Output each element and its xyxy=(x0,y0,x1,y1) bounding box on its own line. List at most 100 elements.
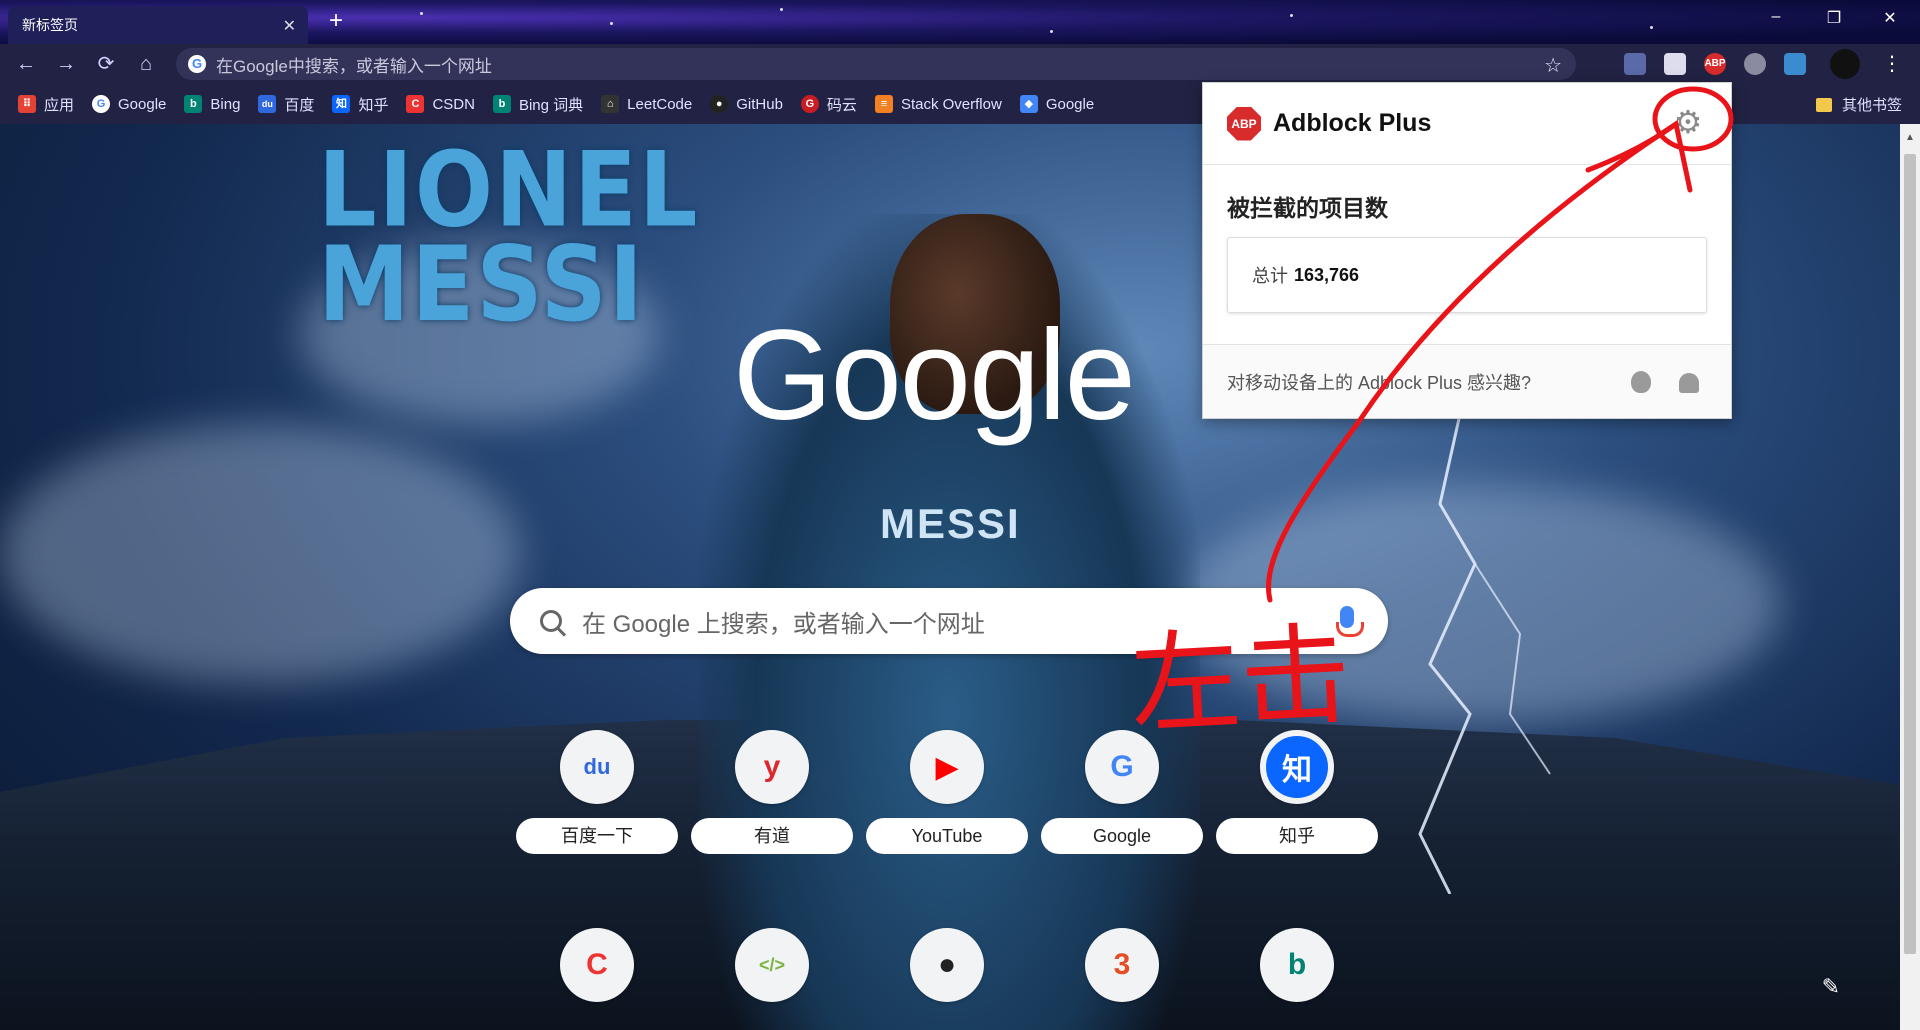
bookmark-leetcode[interactable]: ⌂ LeetCode xyxy=(601,95,692,113)
decor-star xyxy=(1290,14,1293,17)
shortcut-baidu[interactable]: du 百度一下 xyxy=(516,730,678,854)
code-icon: </> xyxy=(735,928,809,1002)
back-button[interactable]: ← xyxy=(14,52,38,76)
page-scrollbar[interactable]: ▲ xyxy=(1900,124,1920,1030)
bookmark-label: Stack Overflow xyxy=(900,95,1002,113)
address-bar[interactable]: G 在Google中搜索，或者输入一个网址 ☆ xyxy=(176,48,1576,80)
bookmark-bing-dict[interactable]: b Bing 词典 xyxy=(492,94,584,115)
bookmark-stackoverflow[interactable]: ≡ Stack Overflow xyxy=(874,95,1002,113)
shortcut-youtube[interactable]: ▶ YouTube xyxy=(866,730,1028,854)
baidu-icon: du xyxy=(560,730,634,804)
android-icon[interactable] xyxy=(1679,373,1699,393)
bookmark-label: Google xyxy=(118,95,167,113)
bookmark-google[interactable]: G Google xyxy=(92,95,166,113)
bookmark-gitee[interactable]: G 码云 xyxy=(800,94,857,115)
shortcut-label: 百度一下 xyxy=(516,818,678,854)
bookmark-zhihu[interactable]: 知知乎 xyxy=(332,94,388,115)
forward-button[interactable]: → xyxy=(54,52,78,76)
bookmark-label: 知乎 xyxy=(358,96,389,114)
decor-star xyxy=(610,22,613,25)
abp-popup: ABP Adblock Plus ⚙ 被拦截的项目数 总计 163,766 对移… xyxy=(1202,82,1732,419)
home-button[interactable]: ⌂ xyxy=(134,52,158,76)
abp-extension-icon[interactable]: ABP xyxy=(1704,53,1726,75)
scrollbar-thumb[interactable] xyxy=(1904,154,1916,954)
tab-title: 新标签页 xyxy=(22,17,78,33)
extension-2-icon[interactable] xyxy=(1664,53,1686,75)
bookmark-label: 百度 xyxy=(284,96,315,114)
bookmark-csdn[interactable]: C CSDN xyxy=(406,95,475,113)
other-bookmarks-label: 其他书签 xyxy=(1841,97,1902,114)
google-icon: G xyxy=(92,95,111,113)
github-icon: ● xyxy=(710,95,729,113)
bg-title: LIONEL MESSI xyxy=(318,139,698,345)
shortcut-bing[interactable]: b xyxy=(1216,928,1378,1002)
gitee-icon: G xyxy=(800,95,819,113)
bookmark-label: Google xyxy=(1045,95,1095,113)
stackoverflow-icon: ≡ xyxy=(874,95,893,113)
bookmark-star-icon[interactable]: ☆ xyxy=(1544,53,1562,78)
shortcut-label: 知乎 xyxy=(1216,818,1378,854)
shortcut-label: Google xyxy=(1041,818,1203,854)
tab-new-tab[interactable]: 新标签页 ✕ xyxy=(8,6,308,44)
github-icon: ● xyxy=(910,928,984,1002)
new-tab-button[interactable]: + xyxy=(322,8,350,36)
google-icon: G xyxy=(188,55,206,73)
shortcut-html5[interactable]: 3 xyxy=(1041,928,1203,1002)
search-placeholder: 在 Google 上搜索，或者输入一个网址 xyxy=(582,610,985,638)
apps-grid-icon: ⠿ xyxy=(18,95,36,113)
bookmark-github[interactable]: ● GitHub xyxy=(710,95,783,113)
shortcut-github[interactable]: ● xyxy=(866,928,1028,1002)
menu-button[interactable]: ⋮ xyxy=(1880,52,1904,76)
extension-4-icon[interactable] xyxy=(1744,53,1766,75)
youdao-icon: y xyxy=(735,730,809,804)
bookmark-label: 应用 xyxy=(44,96,75,114)
bookmark-label: Bing 词典 xyxy=(518,96,584,114)
google-logo: Google xyxy=(733,304,1136,447)
bg-lightning xyxy=(1418,414,1551,894)
mobile-promo-text: 对移动设备上的 Adblock Plus 感兴趣? xyxy=(1227,372,1532,393)
decor-star xyxy=(1650,26,1653,29)
blocked-total-box: 总计 163,766 xyxy=(1227,237,1707,313)
customize-pencil-icon[interactable]: ✎ xyxy=(1822,974,1840,1000)
bookmark-label: 码云 xyxy=(826,96,857,114)
shortcut-youdao[interactable]: y 有道 xyxy=(691,730,853,854)
youtube-icon: ▶ xyxy=(910,730,984,804)
minimize-button[interactable]: – xyxy=(1762,8,1790,26)
bookmark-label: LeetCode xyxy=(627,95,693,113)
annotation-text: 左击 xyxy=(1127,610,1354,750)
bookmark-bing[interactable]: b Bing xyxy=(184,95,240,113)
bg-cloud xyxy=(0,424,520,684)
total-value: 163,766 xyxy=(1294,264,1360,285)
window-close-button[interactable]: ✕ xyxy=(1876,8,1904,28)
browser-toolbar: ← → ⟳ ⌂ G 在Google中搜索，或者输入一个网址 ☆ ABP ⋮ xyxy=(0,44,1920,84)
decor-star xyxy=(780,8,783,11)
blocked-heading: 被拦截的项目数 xyxy=(1227,195,1388,221)
settings-gear-icon[interactable]: ⚙ xyxy=(1671,105,1705,139)
apple-icon[interactable] xyxy=(1631,371,1651,393)
tab-close-icon[interactable]: ✕ xyxy=(283,16,296,36)
bookmark-google-2[interactable]: ◆ Google xyxy=(1019,95,1095,113)
other-bookmarks[interactable]: 其他书签 xyxy=(1815,94,1902,115)
abp-header: ABP Adblock Plus ⚙ xyxy=(1203,83,1731,165)
zhihu-icon: 知 xyxy=(332,95,351,113)
shortcut-csdn[interactable]: C xyxy=(516,928,678,1002)
google-diamond-icon: ◆ xyxy=(1019,95,1038,113)
extension-5-icon[interactable] xyxy=(1784,53,1806,75)
total-label: 总计 xyxy=(1252,266,1288,286)
shortcut-code[interactable]: </> xyxy=(691,928,853,1002)
folder-icon xyxy=(1815,97,1832,112)
leetcode-icon: ⌂ xyxy=(601,95,620,113)
abp-title: Adblock Plus xyxy=(1273,109,1432,137)
shortcut-label: YouTube xyxy=(866,818,1028,854)
bookmark-baidu[interactable]: du 百度 xyxy=(258,94,314,115)
bookmark-apps[interactable]: ⠿ 应用 xyxy=(18,94,74,115)
reload-button[interactable]: ⟳ xyxy=(94,52,118,76)
maximize-button[interactable]: ❐ xyxy=(1820,8,1848,28)
bg-title-line2: MESSI xyxy=(318,224,646,345)
decor-star xyxy=(1050,30,1053,33)
extension-1-icon[interactable] xyxy=(1624,53,1646,75)
profile-avatar[interactable] xyxy=(1830,49,1860,79)
decor-star xyxy=(420,12,423,15)
scroll-up-icon[interactable]: ▲ xyxy=(1905,132,1915,143)
abp-footer: 对移动设备上的 Adblock Plus 感兴趣? xyxy=(1203,344,1731,418)
